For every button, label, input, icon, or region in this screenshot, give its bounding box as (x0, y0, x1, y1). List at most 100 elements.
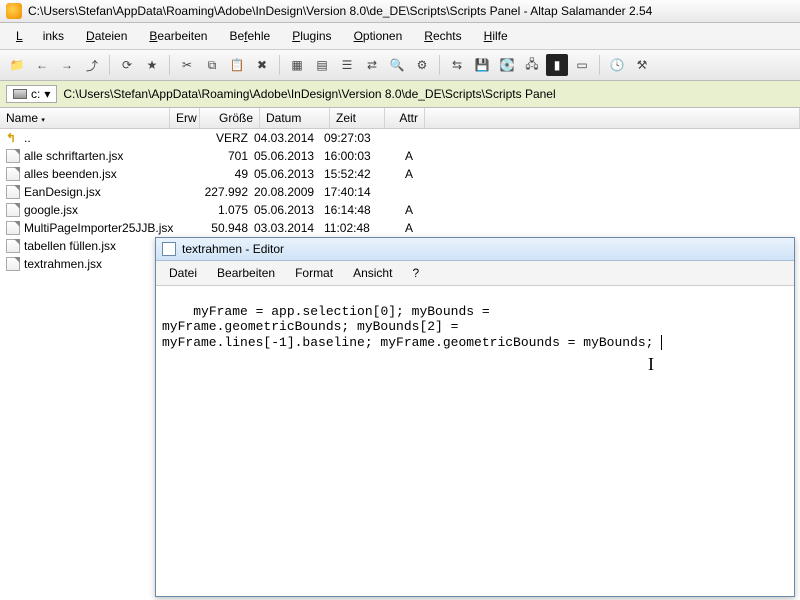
hdd-icon (13, 89, 27, 99)
file-row[interactable]: google.jsx1.07505.06.201316:14:48A (0, 201, 800, 219)
tool-view-icon[interactable]: ▭ (571, 54, 593, 76)
tool-cfg-icon[interactable]: ⚒ (631, 54, 653, 76)
toolbar-sep (109, 55, 110, 75)
file-icon (6, 257, 20, 271)
file-name: alles beenden.jsx (24, 167, 188, 181)
tool-drive-icon[interactable]: 💾 (471, 54, 493, 76)
menu-hilfe[interactable]: Hilfe (474, 25, 518, 47)
tool-back-icon[interactable]: ← (31, 54, 53, 76)
tool-paste-icon[interactable]: 📋 (226, 54, 248, 76)
tool-drive2-icon[interactable]: 💽 (496, 54, 518, 76)
menu-plugins[interactable]: Plugins (282, 25, 341, 47)
file-icon (6, 185, 20, 199)
col-name[interactable]: Name ▾ (0, 108, 170, 128)
file-attr: A (373, 203, 413, 217)
file-attr: A (373, 149, 413, 163)
ibeam-cursor-icon: I (648, 354, 654, 375)
tool-attr-icon[interactable]: ☰ (336, 54, 358, 76)
tool-compare-icon[interactable]: ⇄ (361, 54, 383, 76)
file-row[interactable]: alle schriftarten.jsx70105.06.201316:00:… (0, 147, 800, 165)
drive-selector[interactable]: c: ▾ (6, 85, 57, 103)
file-size: VERZ (188, 131, 248, 145)
file-date: 05.06.2013 (248, 149, 318, 163)
menu-bearbeiten[interactable]: Bearbeiten (139, 25, 217, 47)
file-icon (6, 149, 20, 163)
editor-menu-datei[interactable]: Datei (160, 263, 206, 283)
file-date: 04.03.2014 (248, 131, 318, 145)
file-time: 17:40:14 (318, 185, 373, 199)
col-groesse[interactable]: Größe (200, 108, 260, 128)
col-zeit[interactable]: Zeit (330, 108, 385, 128)
toolbar-sep (169, 55, 170, 75)
editor-content: myFrame = app.selection[0]; myBounds = m… (162, 304, 661, 350)
col-attr[interactable]: Attr (385, 108, 425, 128)
tool-find-icon[interactable]: 🔍 (386, 54, 408, 76)
tool-favorites-icon[interactable]: ★ (141, 54, 163, 76)
file-date: 20.08.2009 (248, 185, 318, 199)
tool-refresh-icon[interactable]: ⟳ (116, 54, 138, 76)
tool-forward-icon[interactable]: → (56, 54, 78, 76)
tool-cmd-icon[interactable]: ▮ (546, 54, 568, 76)
menu-dateien[interactable]: Dateien (76, 25, 137, 47)
path-text[interactable]: C:\Users\Stefan\AppData\Roaming\Adobe\In… (63, 87, 555, 101)
tool-delete-icon[interactable]: ✖ (251, 54, 273, 76)
file-name: MultiPageImporter25JJB.jsx (24, 221, 188, 235)
editor-menu-bearbeiten[interactable]: Bearbeiten (208, 263, 284, 283)
menu-links[interactable]: Links (6, 25, 74, 47)
tool-pack-icon[interactable]: ▦ (286, 54, 308, 76)
file-size: 1.075 (188, 203, 248, 217)
file-date: 05.06.2013 (248, 167, 318, 181)
editor-menu-ansicht[interactable]: Ansicht (344, 263, 401, 283)
drive-letter: c: (31, 87, 40, 101)
editor-menu-format[interactable]: Format (286, 263, 342, 283)
sortdir-icon: ▾ (41, 117, 45, 124)
updir-icon: ↰ (6, 131, 20, 145)
editor-textarea[interactable]: myFrame = app.selection[0]; myBounds = m… (156, 286, 794, 596)
notepad-icon (162, 242, 176, 256)
file-row[interactable]: EanDesign.jsx227.99220.08.200917:40:14 (0, 183, 800, 201)
editor-window: textrahmen - Editor Datei Bearbeiten For… (155, 237, 795, 597)
file-size: 50.948 (188, 221, 248, 235)
file-icon (6, 239, 20, 253)
col-datum[interactable]: Datum (260, 108, 330, 128)
file-attr: A (373, 167, 413, 181)
main-toolbar: 📁 ← → ⤴ ⟳ ★ ✂ ⧉ 📋 ✖ ▦ ▤ ☰ ⇄ 🔍 ⚙ ⇆ 💾 💽 🖧 … (0, 50, 800, 81)
column-headers: Name ▾ Erw Größe Datum Zeit Attr (0, 108, 800, 129)
tool-network-icon[interactable]: 🖧 (521, 54, 543, 76)
file-size: 227.992 (188, 185, 248, 199)
col-erw[interactable]: Erw (170, 108, 200, 128)
file-time: 15:52:42 (318, 167, 373, 181)
file-row[interactable]: ↰..VERZ04.03.201409:27:03 (0, 129, 800, 147)
tool-net-icon[interactable]: ⚙ (411, 54, 433, 76)
file-size: 701 (188, 149, 248, 163)
file-row[interactable]: alles beenden.jsx4905.06.201315:52:42A (0, 165, 800, 183)
editor-menubar: Datei Bearbeiten Format Ansicht ? (156, 261, 794, 286)
menu-rechts[interactable]: Rechts (414, 25, 471, 47)
file-date: 03.03.2014 (248, 221, 318, 235)
file-date: 05.06.2013 (248, 203, 318, 217)
tool-unpack-icon[interactable]: ▤ (311, 54, 333, 76)
main-titlebar: C:\Users\Stefan\AppData\Roaming\Adobe\In… (0, 0, 800, 23)
file-time: 16:00:03 (318, 149, 373, 163)
tool-copy-icon[interactable]: ⧉ (201, 54, 223, 76)
tool-newfolder-icon[interactable]: 📁 (6, 54, 28, 76)
editor-title-text: textrahmen - Editor (182, 242, 284, 256)
toolbar-sep (439, 55, 440, 75)
file-icon (6, 167, 20, 181)
editor-titlebar[interactable]: textrahmen - Editor (156, 238, 794, 261)
pathbar: c: ▾ C:\Users\Stefan\AppData\Roaming\Ado… (0, 81, 800, 108)
title-text: C:\Users\Stefan\AppData\Roaming\Adobe\In… (28, 4, 652, 18)
file-time: 16:14:48 (318, 203, 373, 217)
tool-sync-icon[interactable]: ⇆ (446, 54, 468, 76)
file-row[interactable]: MultiPageImporter25JJB.jsx50.94803.03.20… (0, 219, 800, 237)
file-attr: A (373, 221, 413, 235)
file-name: .. (24, 131, 188, 145)
menu-optionen[interactable]: Optionen (344, 25, 413, 47)
editor-menu-help[interactable]: ? (403, 263, 428, 283)
toolbar-sep (279, 55, 280, 75)
tool-hist-icon[interactable]: 🕓 (606, 54, 628, 76)
tool-up-icon[interactable]: ⤴ (81, 54, 103, 76)
file-name: alle schriftarten.jsx (24, 149, 188, 163)
menu-befehle[interactable]: Befehle (219, 25, 280, 47)
tool-cut-icon[interactable]: ✂ (176, 54, 198, 76)
